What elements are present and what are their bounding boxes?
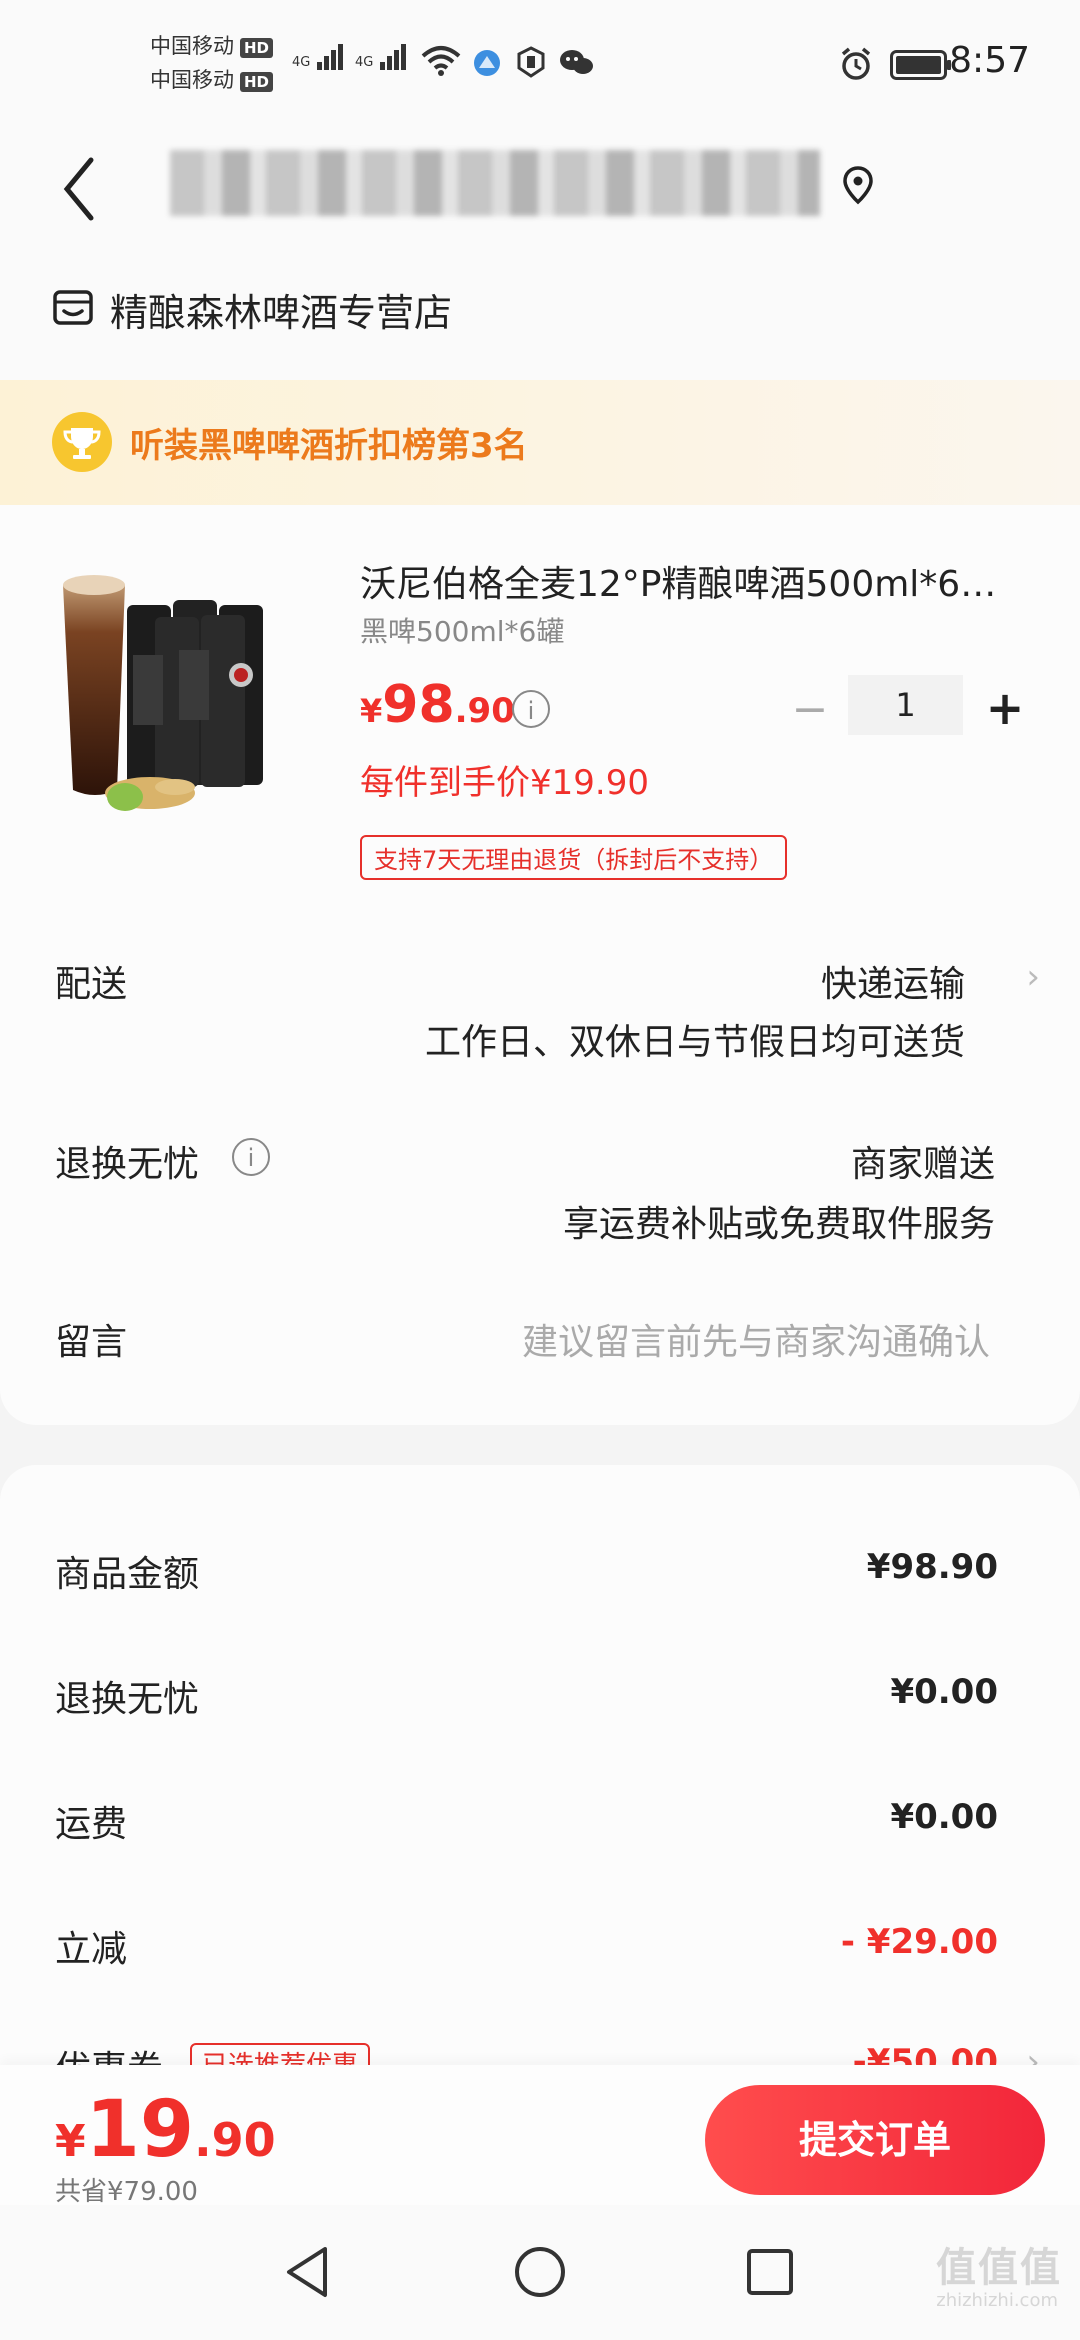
return-label: 退换无忧 — [55, 1144, 200, 1185]
banner-text: 听装黑啤啤酒折扣榜第3名 — [130, 426, 528, 466]
signal-bars-2-icon — [380, 44, 408, 70]
discount-label: 立减 — [55, 1929, 128, 1970]
trophy-icon — [52, 412, 112, 472]
return-fee-value: ¥0.00 — [890, 1672, 998, 1712]
wifi-icon — [421, 46, 461, 76]
total-price: ¥19.90 — [55, 2085, 276, 2175]
price-integer: 98 — [382, 675, 455, 735]
alarm-icon — [841, 47, 871, 80]
final-unit-price: 每件到手价¥19.90 — [360, 763, 649, 803]
order-item-card: 沃尼伯格全麦12°P精酿啤酒500ml*6… 黑啤500ml*6罐 ¥98.90… — [0, 505, 1080, 1425]
nav-recents-icon[interactable] — [745, 2247, 795, 2297]
signal-1: 4G — [292, 44, 345, 70]
carrier-1: 中国移动 HD — [150, 30, 274, 60]
location-pin-icon[interactable] — [840, 165, 876, 205]
carrier-2-label: 中国移动 — [150, 68, 234, 92]
back-arrow-icon[interactable] — [55, 154, 105, 224]
return-policy-tag: 支持7天无理由退货（拆封后不支持） — [360, 835, 788, 880]
price-symbol: ¥ — [360, 692, 383, 730]
carrier-1-label: 中国移动 — [150, 34, 234, 58]
clock: 8:57 — [949, 40, 1030, 81]
signal-bars-1-icon — [317, 44, 345, 70]
total-integer: 19 — [85, 2085, 195, 2175]
hd-badge-1: HD — [240, 38, 274, 58]
store-name: 精酿森林啤酒专营店 — [110, 291, 453, 335]
blurred-address[interactable] — [170, 150, 820, 216]
hd-badge-2: HD — [240, 72, 274, 92]
carrier-2: 中国移动 HD — [150, 64, 274, 94]
price-info-icon[interactable]: i — [512, 690, 550, 728]
store-header[interactable]: 精酿森林啤酒专营店 — [0, 260, 1080, 380]
message-input[interactable]: 建议留言前先与商家沟通确认 — [522, 1313, 990, 1365]
goods-amount-value: ¥98.90 — [866, 1547, 998, 1587]
status-bar: 中国移动 HD 中国移动 HD 4G 4G 8:57 — [0, 0, 1080, 120]
return-info-icon[interactable]: i — [232, 1138, 270, 1176]
watermark-logo: 值值值 — [936, 2245, 1062, 2291]
nav-back-icon[interactable] — [283, 2245, 331, 2299]
net-type-2: 4G — [355, 55, 374, 70]
top-nav — [0, 120, 1080, 260]
shield-hand-icon — [517, 46, 545, 78]
wechat-icon — [560, 50, 593, 74]
return-fee-label: 退换无忧 — [55, 1679, 200, 1720]
battery-icon — [890, 50, 951, 80]
total-saved: 共省¥79.00 — [55, 2177, 198, 2207]
shipping-value: ¥0.00 — [890, 1797, 998, 1837]
quantity-decrement-button[interactable]: − — [790, 685, 830, 735]
goods-amount-label: 商品金额 — [55, 1554, 200, 1595]
nav-home-icon[interactable] — [513, 2245, 567, 2299]
product-spec[interactable]: 黑啤500ml*6罐 — [360, 610, 564, 650]
ranking-banner[interactable]: 听装黑啤啤酒折扣榜第3名 — [0, 380, 1080, 505]
return-note: 享运费补贴或免费取件服务 — [562, 1204, 995, 1245]
delivery-label: 配送 — [55, 964, 128, 1005]
total-decimal: .90 — [194, 2113, 276, 2167]
system-nav-bar: 值值值 zhizhizhi.com — [0, 2205, 1080, 2340]
discount-value: - ¥29.00 — [840, 1922, 998, 1962]
browser-icon — [474, 50, 500, 76]
net-type-1: 4G — [292, 55, 311, 70]
delivery-value[interactable]: 快递运输 — [821, 955, 965, 1007]
return-value: 商家赠送 — [850, 1144, 995, 1185]
product-price: ¥98.90 — [360, 675, 515, 735]
checkout-bar: ¥19.90 共省¥79.00 提交订单 — [0, 2065, 1080, 2207]
submit-order-button[interactable]: 提交订单 — [705, 2085, 1045, 2195]
product-image[interactable] — [55, 565, 325, 830]
total-symbol: ¥ — [55, 2116, 86, 2167]
product-title[interactable]: 沃尼伯格全麦12°P精酿啤酒500ml*6… — [360, 555, 1020, 607]
delivery-chevron-icon[interactable]: › — [1026, 957, 1040, 997]
delivery-note: 工作日、双休日与节假日均可送货 — [424, 1022, 965, 1063]
quantity-value[interactable]: 1 — [848, 675, 963, 735]
store-icon — [53, 290, 93, 325]
watermark-url: zhizhizhi.com — [936, 2290, 1058, 2311]
quantity-increment-button[interactable]: + — [985, 683, 1025, 733]
price-decimal: .90 — [454, 691, 515, 731]
signal-2: 4G — [355, 44, 408, 70]
shipping-label: 运费 — [55, 1804, 128, 1845]
message-label: 留言 — [55, 1322, 128, 1363]
